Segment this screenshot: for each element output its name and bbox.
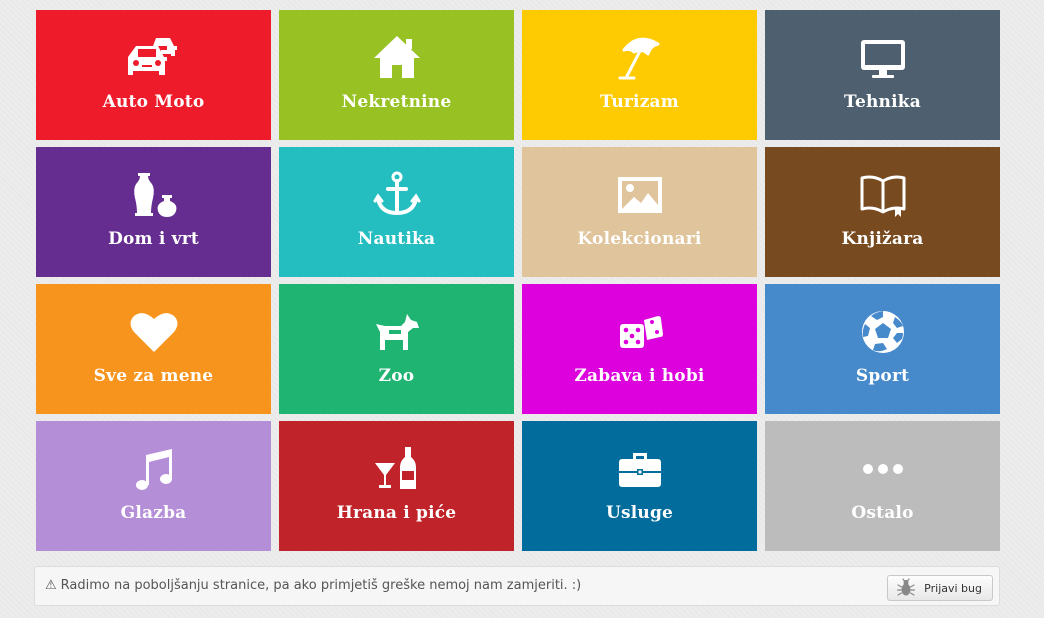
bug-icon bbox=[896, 578, 916, 598]
cars-icon bbox=[127, 32, 180, 84]
category-tile-ostalo[interactable]: Ostalo bbox=[765, 421, 1000, 551]
monitor-icon bbox=[857, 32, 909, 84]
category-tile-kolekcionari[interactable]: Kolekcionari bbox=[522, 147, 757, 277]
report-bug-label: Prijavi bug bbox=[924, 581, 982, 595]
category-label: Tehnika bbox=[844, 92, 921, 112]
category-label: Auto Moto bbox=[102, 92, 205, 112]
category-tile-glazba[interactable]: Glazba bbox=[36, 421, 271, 551]
category-label: Sport bbox=[855, 366, 910, 386]
soccer-ball-icon bbox=[857, 306, 909, 358]
category-label: Turizam bbox=[600, 92, 679, 112]
category-label: Sve za mene bbox=[93, 366, 214, 386]
category-label: Usluge bbox=[605, 503, 674, 523]
dog-icon bbox=[371, 306, 423, 358]
heart-icon bbox=[128, 306, 180, 358]
more-dots-icon bbox=[857, 443, 909, 495]
category-label: Nekretnine bbox=[341, 92, 452, 112]
category-label: Zabava i hobi bbox=[574, 366, 705, 386]
notice-bar: ⚠ Radimo na poboljšanju stranice, pa ako … bbox=[34, 566, 1000, 606]
category-label: Dom i vrt bbox=[108, 229, 199, 249]
category-tile-hrana-i-pice[interactable]: Hrana i piće bbox=[279, 421, 514, 551]
vases-icon bbox=[128, 169, 180, 221]
anchor-icon bbox=[371, 169, 423, 221]
category-label: Glazba bbox=[120, 503, 187, 523]
category-tile-turizam[interactable]: Turizam bbox=[522, 10, 757, 140]
beach-umbrella-icon bbox=[614, 32, 666, 84]
category-tile-tehnika[interactable]: Tehnika bbox=[765, 10, 1000, 140]
category-tile-knjizara[interactable]: Knjižara bbox=[765, 147, 1000, 277]
glass-bottle-icon bbox=[371, 443, 423, 495]
open-book-icon bbox=[857, 169, 909, 221]
briefcase-icon bbox=[614, 443, 666, 495]
category-grid: Auto Moto Nekretnine Turizam Tehnika Dom… bbox=[36, 10, 1000, 551]
dice-icon bbox=[614, 306, 666, 358]
music-note-icon bbox=[128, 443, 180, 495]
picture-icon bbox=[614, 169, 666, 221]
notice-text: Radimo na poboljšanju stranice, pa ako p… bbox=[60, 578, 582, 593]
category-label: Nautika bbox=[357, 229, 436, 249]
category-tile-nekretnine[interactable]: Nekretnine bbox=[279, 10, 514, 140]
warning-icon: ⚠ bbox=[45, 578, 57, 593]
house-icon bbox=[371, 32, 423, 84]
category-tile-sport[interactable]: Sport bbox=[765, 284, 1000, 414]
category-tile-sve-za-mene[interactable]: Sve za mene bbox=[36, 284, 271, 414]
report-bug-button[interactable]: Prijavi bug bbox=[887, 575, 993, 601]
category-tile-zoo[interactable]: Zoo bbox=[279, 284, 514, 414]
category-tile-zabava-i-hobi[interactable]: Zabava i hobi bbox=[522, 284, 757, 414]
category-label: Zoo bbox=[378, 366, 415, 386]
category-tile-nautika[interactable]: Nautika bbox=[279, 147, 514, 277]
category-label: Kolekcionari bbox=[577, 229, 702, 249]
notice-message: ⚠ Radimo na poboljšanju stranice, pa ako … bbox=[45, 578, 581, 593]
category-label: Ostalo bbox=[851, 503, 914, 523]
category-tile-auto-moto[interactable]: Auto Moto bbox=[36, 10, 271, 140]
category-label: Knjižara bbox=[841, 229, 924, 249]
category-tile-dom-i-vrt[interactable]: Dom i vrt bbox=[36, 147, 271, 277]
category-label: Hrana i piće bbox=[336, 503, 457, 523]
category-tile-usluge[interactable]: Usluge bbox=[522, 421, 757, 551]
